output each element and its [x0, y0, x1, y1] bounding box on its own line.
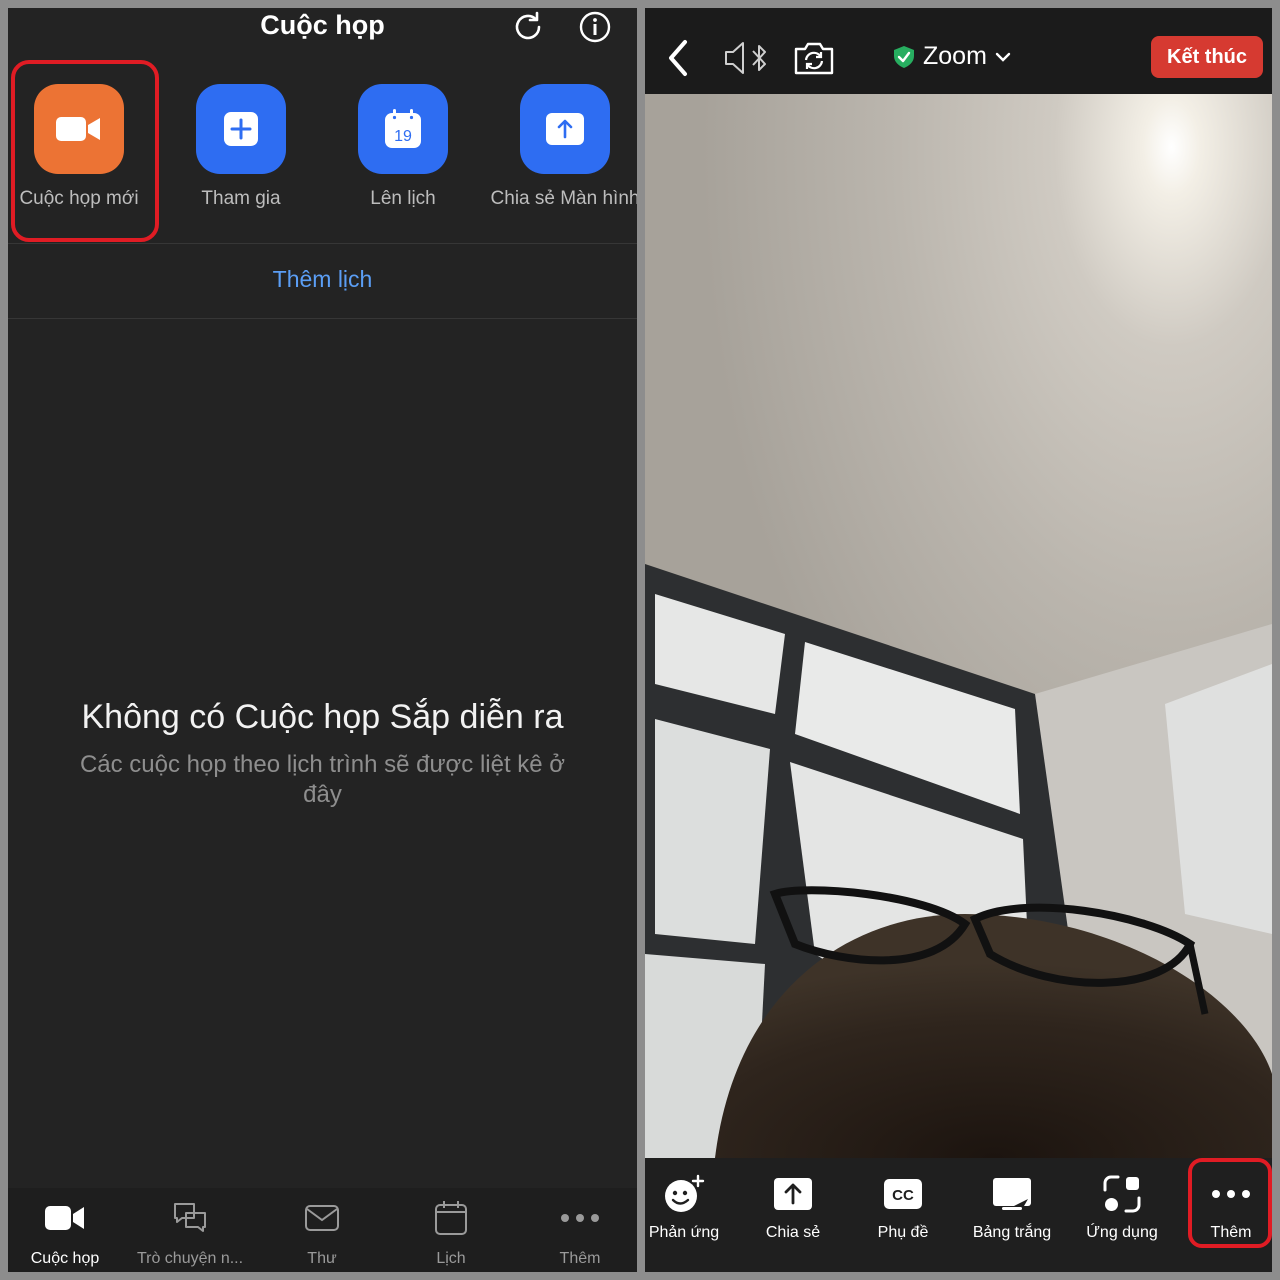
- meeting-top-bar: Zoom Kết thúc: [645, 8, 1272, 94]
- join-label: Tham gia: [201, 188, 281, 209]
- tab-meetings[interactable]: Cuộc họp: [8, 1200, 129, 1268]
- empty-state-subtitle: Các cuộc họp theo lịch trình sẽ được liệ…: [79, 751, 566, 808]
- add-calendar-link[interactable]: Thêm lịch: [8, 266, 637, 293]
- end-meeting-button[interactable]: Kết thúc: [1151, 36, 1263, 78]
- tab-mail[interactable]: Thư: [258, 1200, 386, 1268]
- bluetooth-speaker-icon[interactable]: [723, 38, 771, 78]
- new-meeting-highlight: [11, 60, 159, 242]
- whiteboard-button[interactable]: Bảng trắng: [957, 1174, 1067, 1242]
- camera-feed-image: [645, 94, 1272, 1158]
- shield-check-icon: [894, 45, 914, 68]
- share-button[interactable]: Chia sẻ: [738, 1174, 848, 1242]
- schedule-label: Lên lịch: [370, 188, 436, 209]
- mail-icon: [305, 1205, 339, 1231]
- tab-calendar[interactable]: Lịch: [387, 1200, 515, 1268]
- divider: [8, 318, 637, 319]
- join-button[interactable]: Tham gia: [161, 84, 321, 210]
- share-screen-tile: [520, 84, 610, 174]
- toolbar-label: Phản ứng: [648, 1224, 720, 1241]
- toolbar-label: Ứng dụng: [1086, 1224, 1158, 1241]
- calendar-icon: 19: [385, 109, 421, 148]
- whiteboard-icon: [993, 1178, 1031, 1210]
- share-screen-label: Chia sẻ Màn hình: [490, 188, 637, 209]
- calendar-icon: [435, 1201, 467, 1235]
- join-tile: [196, 84, 286, 174]
- in-meeting-screen: Zoom Kết thúc Phản ứng Chia sẻ CC Phụ đề…: [645, 8, 1272, 1272]
- upload-arrow-icon: [546, 113, 584, 145]
- plus-icon: [224, 112, 258, 146]
- tab-label: Thêm: [559, 1250, 601, 1267]
- calendar-day: 19: [394, 128, 412, 145]
- meeting-toolbar: Phản ứng Chia sẻ CC Phụ đề Bảng trắng Ứn…: [645, 1158, 1272, 1272]
- video-camera-icon: [45, 1206, 84, 1230]
- reaction-icon: [665, 1174, 705, 1212]
- apps-button[interactable]: Ứng dụng: [1067, 1174, 1177, 1242]
- captions-icon-text: CC: [892, 1187, 914, 1204]
- tab-label: Lịch: [436, 1250, 466, 1267]
- reaction-button[interactable]: Phản ứng: [645, 1174, 739, 1242]
- toolbar-label: Chia sẻ: [765, 1224, 821, 1241]
- more-button-highlight: [1188, 1158, 1272, 1248]
- meeting-title: Zoom: [923, 42, 987, 70]
- refresh-icon[interactable]: [511, 10, 545, 44]
- meetings-screen: Cuộc họp Cuộc họp mới Tham gia 19 Lên lị…: [8, 8, 637, 1272]
- tab-bar: Cuộc họp Trò chuyện n... Thư Lịch Thêm: [8, 1188, 637, 1272]
- empty-state-title: Không có Cuộc họp Sắp diễn ra: [81, 698, 564, 736]
- captions-button[interactable]: CC Phụ đề: [848, 1174, 958, 1242]
- apps-icon: [1103, 1175, 1141, 1213]
- chevron-down-icon: [995, 52, 1011, 62]
- schedule-button[interactable]: 19 Lên lịch: [323, 84, 483, 210]
- divider: [8, 243, 637, 244]
- schedule-tile: 19: [358, 84, 448, 174]
- tab-label: Cuộc họp: [30, 1250, 100, 1267]
- tab-chat[interactable]: Trò chuyện n...: [126, 1200, 254, 1268]
- share-icon: [774, 1178, 812, 1210]
- toolbar-label: Phụ đề: [877, 1224, 929, 1241]
- tab-more[interactable]: Thêm: [516, 1200, 637, 1268]
- meeting-title-dropdown[interactable]: Zoom: [893, 42, 1011, 71]
- tab-label: Thư: [307, 1250, 337, 1267]
- self-video-feed: [645, 94, 1272, 1158]
- back-icon[interactable]: [665, 38, 695, 78]
- tab-label: Trò chuyện n...: [136, 1250, 244, 1267]
- captions-icon: CC: [884, 1179, 922, 1209]
- info-icon[interactable]: [578, 10, 612, 44]
- switch-camera-icon[interactable]: [793, 40, 835, 76]
- header: Cuộc họp: [8, 8, 637, 48]
- share-screen-button[interactable]: Chia sẻ Màn hình: [485, 84, 637, 210]
- chat-bubbles-icon: [174, 1203, 206, 1232]
- toolbar-label: Bảng trắng: [972, 1224, 1052, 1241]
- more-dots-icon: [561, 1214, 599, 1222]
